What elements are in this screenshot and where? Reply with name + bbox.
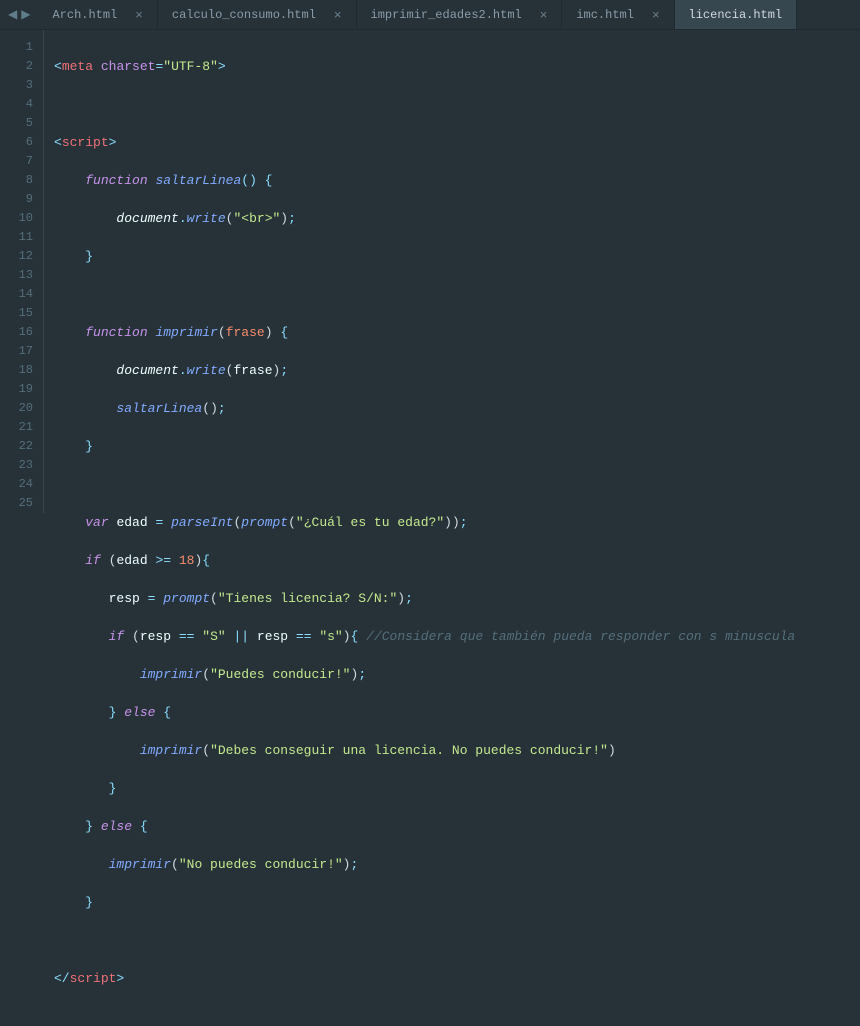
- code-line: resp = prompt("Tienes licencia? S/N:");: [54, 589, 860, 608]
- close-icon[interactable]: ×: [334, 7, 342, 22]
- tab-label: imprimir_edades2.html: [371, 8, 522, 22]
- line-gutter: 1 2 3 4 5 6 7 8 9 10 11 12 13 14 15 16 1…: [0, 30, 44, 513]
- line-num: 9: [0, 190, 43, 209]
- tab-label: licencia.html: [689, 8, 783, 22]
- code-line: function saltarLinea() {: [54, 171, 860, 190]
- code-line: }: [54, 779, 860, 798]
- tab-imc[interactable]: imc.html ×: [562, 0, 674, 29]
- line-num: 18: [0, 361, 43, 380]
- code-line: </script>: [54, 969, 860, 988]
- nav-back-icon[interactable]: ◀: [8, 7, 17, 22]
- line-num: 12: [0, 247, 43, 266]
- code-line: }: [54, 247, 860, 266]
- tab-label: calculo_consumo.html: [172, 8, 316, 22]
- line-num: 25: [0, 494, 43, 513]
- line-num: 14: [0, 285, 43, 304]
- line-num: 13: [0, 266, 43, 285]
- tab-calculo[interactable]: calculo_consumo.html ×: [158, 0, 357, 29]
- tab-label: imc.html: [576, 8, 634, 22]
- nav-arrows: ◀ ▶: [0, 0, 38, 29]
- code-line: <meta charset="UTF-8">: [54, 57, 860, 76]
- line-num: 19: [0, 380, 43, 399]
- code-line: function imprimir(frase) {: [54, 323, 860, 342]
- line-num: 4: [0, 95, 43, 114]
- code-line: saltarLinea();: [54, 399, 860, 418]
- line-num: 10: [0, 209, 43, 228]
- code-line: if (edad >= 18){: [54, 551, 860, 570]
- code-line: document.write("<br>");: [54, 209, 860, 228]
- code-line: imprimir("Debes conseguir una licencia. …: [54, 741, 860, 760]
- line-num: 1: [0, 38, 43, 57]
- tab-label: Arch.html: [52, 8, 117, 22]
- line-num: 17: [0, 342, 43, 361]
- close-icon[interactable]: ×: [540, 7, 548, 22]
- line-num: 7: [0, 152, 43, 171]
- close-icon[interactable]: ×: [652, 7, 660, 22]
- line-num: 16: [0, 323, 43, 342]
- code-line: [54, 931, 860, 950]
- tab-arch[interactable]: Arch.html ×: [38, 0, 157, 29]
- code-line: <script>: [54, 133, 860, 152]
- close-icon[interactable]: ×: [135, 7, 143, 22]
- nav-forward-icon[interactable]: ▶: [21, 7, 30, 22]
- code-line: } else {: [54, 817, 860, 836]
- line-num: 20: [0, 399, 43, 418]
- line-num: 21: [0, 418, 43, 437]
- line-num: 22: [0, 437, 43, 456]
- line-num: 3: [0, 76, 43, 95]
- editor-area: 1 2 3 4 5 6 7 8 9 10 11 12 13 14 15 16 1…: [0, 30, 860, 513]
- editor-header: ◀ ▶ Arch.html × calculo_consumo.html × i…: [0, 0, 860, 30]
- code-line: } else {: [54, 703, 860, 722]
- line-num: 23: [0, 456, 43, 475]
- code-line: [54, 285, 860, 304]
- code-line: var edad = parseInt(prompt("¿Cuál es tu …: [54, 513, 860, 532]
- line-num: 8: [0, 171, 43, 190]
- code-line: [54, 475, 860, 494]
- code-line: }: [54, 437, 860, 456]
- line-num: 6: [0, 133, 43, 152]
- code-line: imprimir("No puedes conducir!");: [54, 855, 860, 874]
- code-line: }: [54, 893, 860, 912]
- tab-bar: Arch.html × calculo_consumo.html × impri…: [38, 0, 860, 29]
- code-line: document.write(frase);: [54, 361, 860, 380]
- code-line: [54, 95, 860, 114]
- line-num: 15: [0, 304, 43, 323]
- line-num: 5: [0, 114, 43, 133]
- tab-licencia[interactable]: licencia.html: [675, 0, 798, 29]
- line-num: 2: [0, 57, 43, 76]
- code-line: imprimir("Puedes conducir!");: [54, 665, 860, 684]
- code-line: if (resp == "S" || resp == "s"){ //Consi…: [54, 627, 860, 646]
- line-num: 24: [0, 475, 43, 494]
- tab-imprimir[interactable]: imprimir_edades2.html ×: [357, 0, 563, 29]
- line-num: 11: [0, 228, 43, 247]
- code-pane[interactable]: <meta charset="UTF-8"> <script> function…: [44, 30, 860, 513]
